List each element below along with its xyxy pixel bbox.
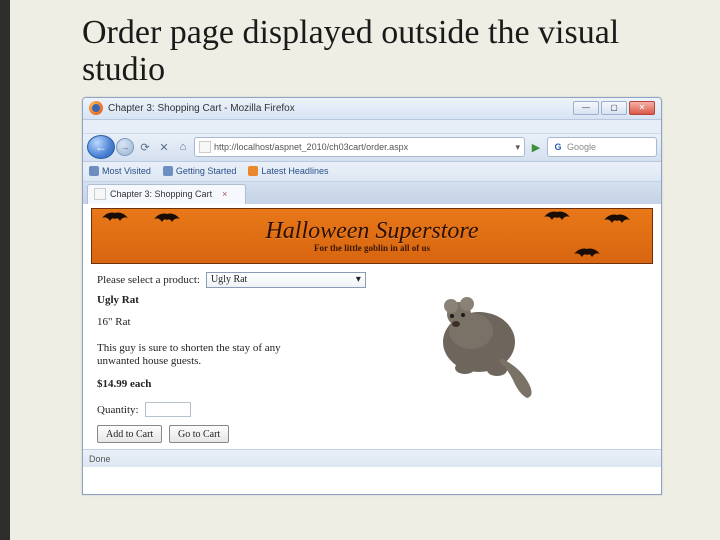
- menu-bar[interactable]: [83, 120, 661, 134]
- rss-icon: [248, 166, 258, 176]
- forward-button[interactable]: →: [116, 138, 134, 156]
- status-bar: Done: [83, 449, 661, 467]
- firefox-icon: [89, 101, 103, 115]
- bookmark-label: Most Visited: [102, 166, 151, 176]
- banner-title: Halloween Superstore: [265, 219, 478, 243]
- window-title-bar: Chapter 3: Shopping Cart - Mozilla Firef…: [83, 98, 661, 120]
- order-form: Please select a product: Ugly Rat ▾ Ugly…: [83, 266, 661, 449]
- minimize-button[interactable]: —: [573, 101, 599, 115]
- product-size: 16" Rat: [97, 316, 647, 328]
- store-banner: Halloween Superstore For the little gobl…: [91, 208, 653, 264]
- navigation-toolbar: ← → ⟳ ✕ ⌂ http://localhost/aspnet_2010/c…: [83, 134, 661, 162]
- tab-label: Chapter 3: Shopping Cart: [110, 189, 212, 199]
- go-icon: ▶: [532, 141, 540, 154]
- product-price: $14.99 each: [97, 378, 647, 390]
- quantity-label: Quantity:: [97, 404, 139, 416]
- bookmark-icon: [89, 166, 99, 176]
- stop-icon: ✕: [159, 141, 168, 154]
- bat-icon: [602, 213, 632, 227]
- reload-button[interactable]: ⟳: [137, 139, 153, 155]
- address-bar[interactable]: http://localhost/aspnet_2010/ch03cart/or…: [194, 137, 525, 157]
- tab-favicon: [94, 188, 106, 200]
- maximize-button[interactable]: ▢: [601, 101, 627, 115]
- bat-icon: [100, 211, 130, 225]
- window-title: Chapter 3: Shopping Cart - Mozilla Firef…: [108, 103, 295, 114]
- bookmark-getting-started[interactable]: Getting Started: [163, 166, 237, 176]
- back-arrow-icon: ←: [95, 140, 107, 154]
- browser-window: Chapter 3: Shopping Cart - Mozilla Firef…: [82, 97, 662, 495]
- banner-subtitle: For the little goblin in all of us: [314, 243, 430, 253]
- quantity-input[interactable]: [145, 402, 191, 417]
- product-image: [411, 276, 551, 406]
- chevron-down-icon: ▾: [356, 274, 361, 285]
- search-placeholder: Google: [567, 142, 596, 152]
- bookmark-label: Getting Started: [176, 166, 237, 176]
- bookmark-icon: [163, 166, 173, 176]
- bat-icon: [542, 210, 572, 224]
- bookmark-label: Latest Headlines: [261, 166, 328, 176]
- home-button[interactable]: ⌂: [175, 139, 191, 155]
- url-text: http://localhost/aspnet_2010/ch03cart/or…: [214, 142, 512, 152]
- search-box[interactable]: G Google: [547, 137, 657, 157]
- product-description: This guy is sure to shorten the stay of …: [97, 342, 317, 368]
- stop-button[interactable]: ✕: [156, 139, 172, 155]
- bookmarks-toolbar: Most Visited Getting Started Latest Head…: [83, 162, 661, 182]
- bat-icon: [572, 247, 602, 261]
- site-favicon: [199, 141, 211, 153]
- button-label: Go to Cart: [178, 429, 220, 440]
- tab-strip: Chapter 3: Shopping Cart ×: [83, 182, 661, 204]
- google-icon: G: [552, 141, 564, 153]
- forward-arrow-icon: →: [121, 142, 130, 152]
- button-label: Add to Cart: [106, 429, 153, 440]
- slide-title: Order page displayed outside the visual …: [82, 14, 700, 89]
- go-to-cart-button[interactable]: Go to Cart: [169, 425, 229, 443]
- url-dropdown-icon[interactable]: ▾: [515, 142, 520, 153]
- bat-icon: [152, 212, 182, 226]
- page-content: Halloween Superstore For the little gobl…: [83, 204, 661, 494]
- go-button[interactable]: ▶: [528, 139, 544, 155]
- add-to-cart-button[interactable]: Add to Cart: [97, 425, 162, 443]
- home-icon: ⌂: [180, 141, 187, 153]
- tab-close-icon[interactable]: ×: [222, 189, 227, 199]
- slide: Order page displayed outside the visual …: [0, 0, 720, 540]
- selected-option: Ugly Rat: [211, 274, 247, 285]
- status-text: Done: [89, 454, 111, 464]
- select-label: Please select a product:: [97, 274, 200, 286]
- close-button[interactable]: ✕: [629, 101, 655, 115]
- reload-icon: ⟳: [140, 141, 149, 154]
- product-select[interactable]: Ugly Rat ▾: [206, 272, 366, 288]
- bookmark-most-visited[interactable]: Most Visited: [89, 166, 151, 176]
- product-name: Ugly Rat: [97, 294, 647, 306]
- tab-shopping-cart[interactable]: Chapter 3: Shopping Cart ×: [87, 184, 246, 204]
- back-button[interactable]: ←: [87, 135, 115, 159]
- bookmark-latest-headlines[interactable]: Latest Headlines: [248, 166, 328, 176]
- window-buttons: — ▢ ✕: [573, 101, 655, 115]
